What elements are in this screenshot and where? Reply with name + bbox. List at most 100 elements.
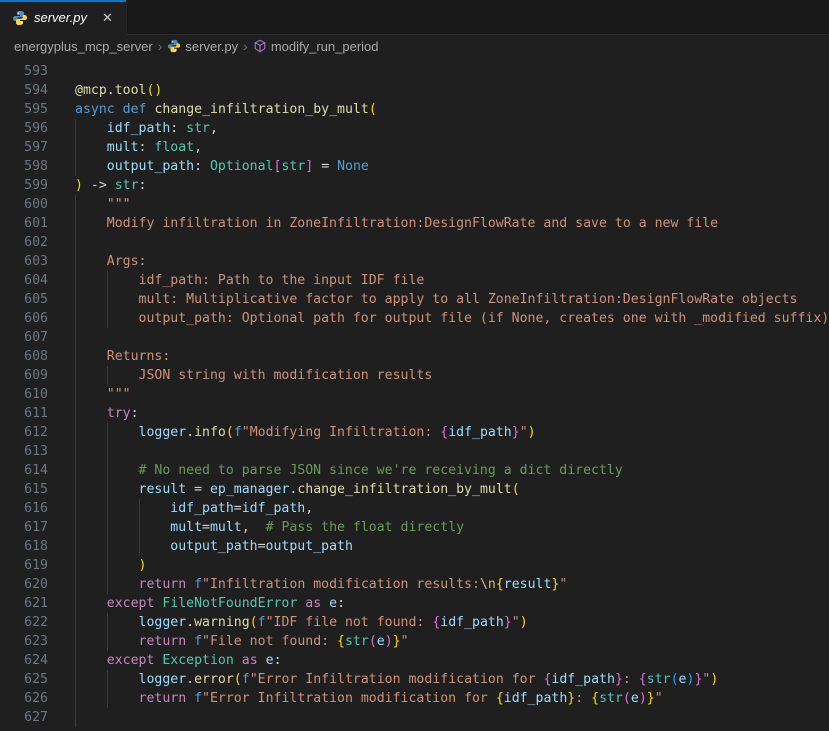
code-line[interactable]: 627 xyxy=(0,708,829,727)
code-line[interactable]: 603Args: xyxy=(0,252,829,271)
line-number[interactable]: 625 xyxy=(0,670,48,689)
code-line[interactable]: 610""" xyxy=(0,385,829,404)
indent-guide xyxy=(75,518,107,537)
code-editor[interactable]: 592593594@mcp.tool()595async def change_… xyxy=(0,57,829,731)
code-line[interactable]: 598output_path: Optional[str] = None xyxy=(0,157,829,176)
code-line[interactable]: 602 xyxy=(0,233,829,252)
tab-close-icon[interactable]: ✕ xyxy=(99,9,116,26)
line-number[interactable]: 616 xyxy=(0,499,48,518)
tab-server-py[interactable]: server.py ✕ xyxy=(0,0,127,35)
code-line[interactable]: 622logger.warning(f"IDF file not found: … xyxy=(0,613,829,632)
line-number[interactable]: 598 xyxy=(0,157,48,176)
code-line[interactable]: 608Returns: xyxy=(0,347,829,366)
line-number[interactable]: 620 xyxy=(0,575,48,594)
line-number[interactable]: 600 xyxy=(0,195,48,214)
code-token: mult: Multiplicative factor to apply to … xyxy=(139,292,798,307)
line-number[interactable]: 614 xyxy=(0,461,48,480)
code-line[interactable]: 619) xyxy=(0,556,829,575)
line-number[interactable]: 622 xyxy=(0,613,48,632)
line-number[interactable]: 619 xyxy=(0,556,48,575)
code-line[interactable]: 593 xyxy=(0,62,829,81)
line-number[interactable]: 606 xyxy=(0,309,48,328)
line-number[interactable]: 624 xyxy=(0,651,48,670)
line-number[interactable]: 597 xyxy=(0,138,48,157)
code-token: result xyxy=(139,482,187,497)
code-line[interactable]: 615result = ep_manager.change_infiltrati… xyxy=(0,480,829,499)
code-token: JSON string with modification results xyxy=(139,368,433,383)
indent-guide xyxy=(107,613,139,632)
code-token: str xyxy=(186,121,210,136)
code-line[interactable]: 613 xyxy=(0,442,829,461)
line-number[interactable]: 594 xyxy=(0,81,48,100)
line-number[interactable]: 613 xyxy=(0,442,48,461)
line-number[interactable]: 604 xyxy=(0,271,48,290)
line-number[interactable]: 609 xyxy=(0,366,48,385)
code-text: @mcp.tool() xyxy=(75,81,162,100)
breadcrumb-folder-label: energyplus_mcp_server xyxy=(14,39,153,54)
code-line[interactable]: 606 output_path: Optional path for output… xyxy=(0,309,829,328)
code-line[interactable]: 601Modify infiltration in ZoneInfiltrati… xyxy=(0,214,829,233)
code-line[interactable]: 597mult: float, xyxy=(0,138,829,157)
code-token: mult xyxy=(210,520,242,535)
tab-strip-empty-area xyxy=(127,0,829,35)
indent-guide xyxy=(75,214,107,233)
indent-guide xyxy=(107,518,139,537)
code-line[interactable]: 620return f"Infiltration modification re… xyxy=(0,575,829,594)
code-token: ) xyxy=(385,634,393,649)
code-line[interactable]: 625logger.error(f"Error Infiltration mod… xyxy=(0,670,829,689)
code-line[interactable]: 611try: xyxy=(0,404,829,423)
line-number[interactable]: 627 xyxy=(0,708,48,727)
code-token: None xyxy=(337,159,369,174)
breadcrumb-item-file[interactable]: server.py xyxy=(167,39,238,54)
breadcrumb-item-folder[interactable]: energyplus_mcp_server xyxy=(14,39,153,54)
line-number[interactable]: 615 xyxy=(0,480,48,499)
code-line[interactable]: 621except FileNotFoundError as e: xyxy=(0,594,829,613)
breadcrumb-item-symbol[interactable]: modify_run_period xyxy=(253,39,379,54)
code-line[interactable]: 618output_path=output_path xyxy=(0,537,829,556)
code-token: \n xyxy=(480,577,496,592)
code-line[interactable]: 616idf_path=idf_path, xyxy=(0,499,829,518)
indent-guide xyxy=(75,556,107,575)
line-number[interactable]: 612 xyxy=(0,423,48,442)
line-number[interactable]: 605 xyxy=(0,290,48,309)
code-line[interactable]: 594 @mcp.tool() xyxy=(0,81,829,100)
indent-guide xyxy=(107,290,139,309)
line-number[interactable]: 621 xyxy=(0,594,48,613)
code-token: f xyxy=(194,634,202,649)
line-number[interactable]: 610 xyxy=(0,385,48,404)
line-number[interactable]: 618 xyxy=(0,537,48,556)
code-token: output_path: Optional path for output fi… xyxy=(139,311,829,326)
line-number[interactable]: 603 xyxy=(0,252,48,271)
code-line[interactable]: 607 xyxy=(0,328,829,347)
line-number[interactable]: 617 xyxy=(0,518,48,537)
line-number[interactable]: 611 xyxy=(0,404,48,423)
line-number[interactable]: 593 xyxy=(0,62,48,81)
code-line[interactable]: 614# No need to parse JSON since we're r… xyxy=(0,461,829,480)
code-line[interactable]: 623return f"File not found: {str(e)}" xyxy=(0,632,829,651)
line-number[interactable]: 623 xyxy=(0,632,48,651)
code-line[interactable]: 596idf_path: str, xyxy=(0,119,829,138)
line-number[interactable]: 601 xyxy=(0,214,48,233)
code-line[interactable]: 595async def change_infiltration_by_mult… xyxy=(0,100,829,119)
code-line[interactable]: 617mult=mult, # Pass the float directly xyxy=(0,518,829,537)
code-token: float xyxy=(154,140,194,155)
code-line[interactable]: 626return f"Error Infiltration modificat… xyxy=(0,689,829,708)
code-line[interactable]: 624except Exception as e: xyxy=(0,651,829,670)
line-number[interactable]: 595 xyxy=(0,100,48,119)
code-line[interactable]: 612logger.info(f"Modifying Infiltration:… xyxy=(0,423,829,442)
code-line[interactable]: 600""" xyxy=(0,195,829,214)
code-line[interactable]: 604idf_path: Path to the input IDF file xyxy=(0,271,829,290)
line-number[interactable]: 626 xyxy=(0,689,48,708)
line-number[interactable]: 596 xyxy=(0,119,48,138)
indent-guide xyxy=(75,613,107,632)
line-number[interactable]: 608 xyxy=(0,347,48,366)
code-token: , xyxy=(194,140,202,155)
code-token: } xyxy=(504,615,512,630)
line-number[interactable]: 602 xyxy=(0,233,48,252)
code-token: logger xyxy=(139,672,187,687)
code-line[interactable]: 599) -> str: xyxy=(0,176,829,195)
line-number[interactable]: 607 xyxy=(0,328,48,347)
code-line[interactable]: 605 mult: Multiplicative factor to apply … xyxy=(0,290,829,309)
code-line[interactable]: 609 JSON string with modification results xyxy=(0,366,829,385)
line-number[interactable]: 599 xyxy=(0,176,48,195)
